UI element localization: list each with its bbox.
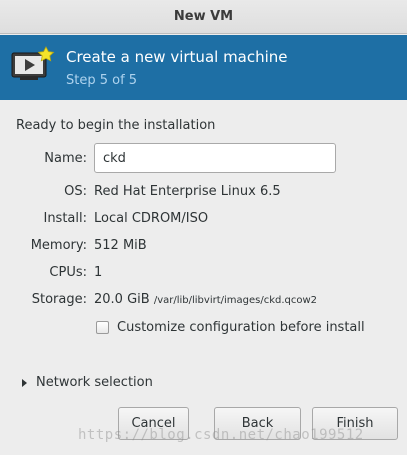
- install-label: Install:: [43, 211, 87, 226]
- os-value: Red Hat Enterprise Linux 6.5: [94, 184, 281, 199]
- storage-size: 20.0 GiB: [94, 292, 150, 307]
- window-titlebar[interactable]: New VM: [0, 0, 407, 34]
- expander-arrow-icon[interactable]: [22, 378, 27, 387]
- back-button[interactable]: Back: [214, 407, 301, 440]
- storage-value: 20.0 GiB /var/lib/libvirt/images/ckd.qco…: [94, 292, 317, 307]
- summary-panel: Ready to begin the installation Name: OS…: [0, 100, 407, 455]
- wizard-banner: Create a new virtual machine Step 5 of 5: [0, 35, 407, 100]
- storage-path: /var/lib/libvirt/images/ckd.qcow2: [153, 295, 318, 306]
- customize-checkbox[interactable]: [96, 321, 109, 334]
- summary-heading: Ready to begin the installation: [16, 118, 216, 133]
- wizard-step: Step 5 of 5: [66, 73, 138, 88]
- name-input[interactable]: [94, 143, 336, 173]
- new-vm-dialog: New VM Create a new virtual machine Step…: [0, 0, 407, 455]
- cpus-value: 1: [94, 265, 103, 280]
- vm-monitor-icon: [11, 46, 55, 80]
- cancel-button[interactable]: Cancel: [118, 407, 189, 440]
- customize-label[interactable]: Customize configuration before install: [117, 320, 365, 335]
- network-selection-expander[interactable]: Network selection: [22, 375, 153, 390]
- network-selection-label[interactable]: Network selection: [36, 375, 153, 390]
- name-label: Name:: [44, 151, 87, 166]
- customize-option[interactable]: Customize configuration before install: [96, 320, 365, 335]
- finish-button[interactable]: Finish: [312, 407, 398, 440]
- cpus-label: CPUs:: [49, 265, 87, 280]
- wizard-title: Create a new virtual machine: [66, 48, 288, 66]
- window-title: New VM: [173, 9, 234, 24]
- storage-label: Storage:: [31, 292, 87, 307]
- memory-label: Memory:: [30, 238, 87, 253]
- memory-value: 512 MiB: [94, 238, 147, 253]
- os-label: OS:: [64, 184, 87, 199]
- install-value: Local CDROM/ISO: [94, 211, 209, 226]
